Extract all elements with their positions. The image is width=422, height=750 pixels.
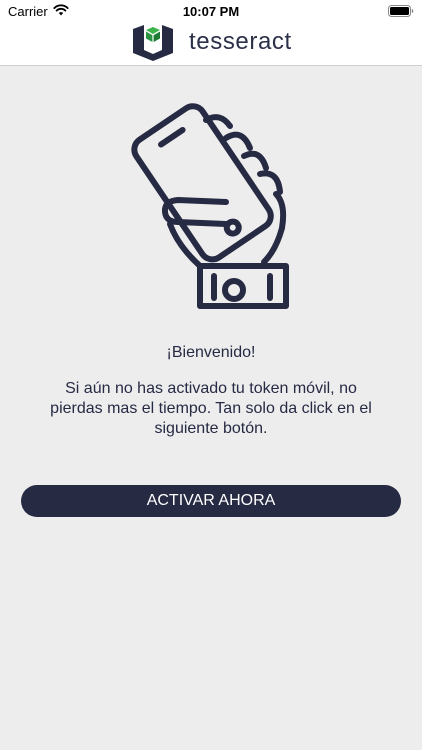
tesseract-logo-icon xyxy=(132,25,174,66)
welcome-message: Si aún no has activado tu token móvil, n… xyxy=(50,380,372,437)
brand-name: tesseract xyxy=(189,28,292,55)
battery-icon xyxy=(388,5,414,20)
status-bar: Carrier 10:07 PM xyxy=(0,0,422,22)
status-time: 10:07 PM xyxy=(182,4,240,19)
welcome-heading: ¡Bienvenido! xyxy=(166,344,256,361)
app-header: tesseract xyxy=(0,22,422,66)
hand-holding-phone-icon xyxy=(126,100,306,325)
activate-now-button[interactable]: ACTIVAR AHORA xyxy=(21,485,401,517)
